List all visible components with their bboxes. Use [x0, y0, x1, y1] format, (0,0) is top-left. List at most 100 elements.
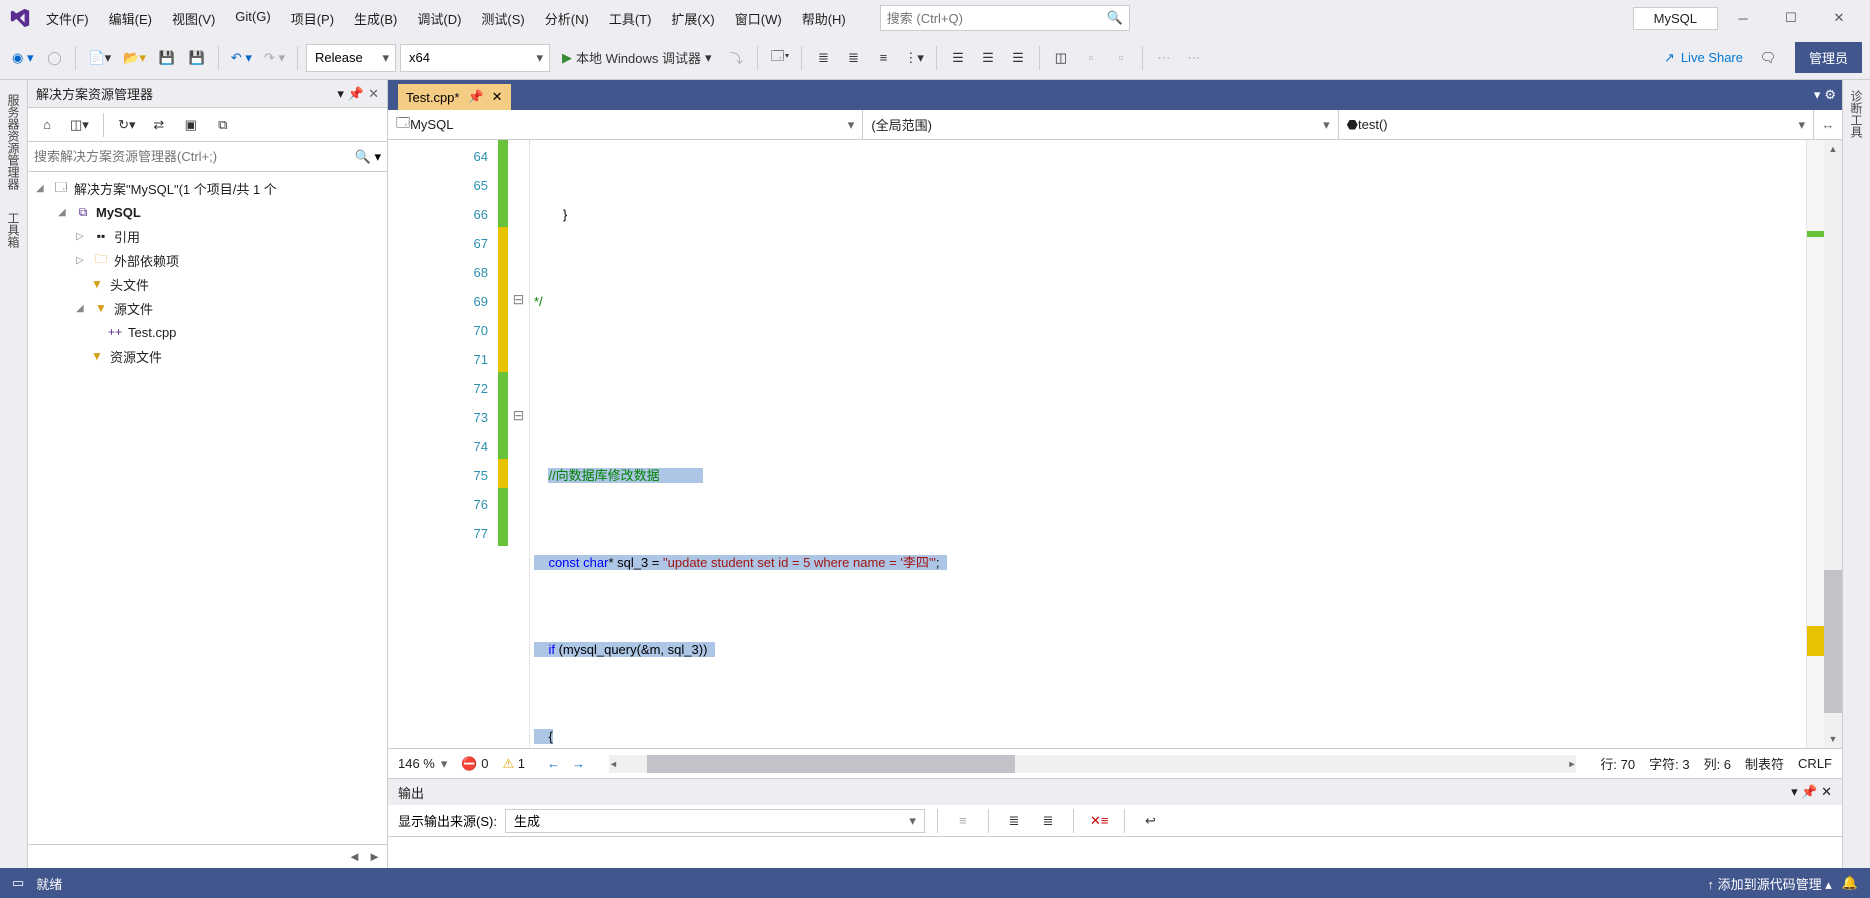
- tb-icon-4[interactable]: ≡: [870, 44, 896, 72]
- split-editor-button[interactable]: ↔: [1814, 110, 1842, 139]
- configuration-dropdown[interactable]: Release: [306, 44, 396, 72]
- horizontal-scrollbar[interactable]: ◄►: [609, 755, 1576, 773]
- undo-button[interactable]: ↶ ▾: [227, 44, 256, 72]
- source-control-button[interactable]: ↑ 添加到源代码管理 ▴: [1708, 874, 1832, 893]
- indent-mode[interactable]: 制表符: [1745, 754, 1784, 773]
- feedback-button[interactable]: 🗨: [1755, 44, 1781, 72]
- next-issue-button[interactable]: →: [572, 756, 585, 771]
- scroll-left-icon[interactable]: ◄: [348, 849, 361, 864]
- line-ending[interactable]: CRLF: [1798, 756, 1832, 771]
- step-button[interactable]: ⤵: [723, 44, 749, 72]
- tab-overflow-icon[interactable]: ▾: [1814, 87, 1821, 103]
- tb-icon-7[interactable]: ☰: [975, 44, 1001, 72]
- server-explorer-tab[interactable]: 服务器资源管理器: [1, 84, 26, 200]
- open-file-button[interactable]: 📂▾: [119, 44, 150, 72]
- live-share-button[interactable]: ↗ Live Share: [1656, 50, 1751, 66]
- menu-help[interactable]: 帮助(H): [792, 5, 856, 32]
- scroll-down-icon[interactable]: ▼: [1824, 730, 1842, 748]
- tb-icon-8[interactable]: ☰: [1005, 44, 1031, 72]
- code-content[interactable]: } */ //向数据库修改数据 const char* sql_3 = "upd…: [530, 140, 1806, 748]
- out-wrap-icon[interactable]: ↩: [1137, 807, 1163, 835]
- tb-icon-10[interactable]: ▫: [1078, 44, 1104, 72]
- scroll-right-icon[interactable]: ►: [368, 849, 381, 864]
- diagnostics-tab[interactable]: 诊断工具: [1844, 80, 1869, 148]
- pin-icon[interactable]: 📌: [348, 86, 364, 102]
- out-clear-icon[interactable]: ✕≡: [1086, 807, 1112, 835]
- out-icon-2[interactable]: ≣: [1001, 807, 1027, 835]
- panel-close-icon[interactable]: ✕: [368, 86, 379, 102]
- tree-sources[interactable]: ◢ ▼ 源文件: [28, 296, 387, 320]
- tab-pin-icon[interactable]: 📌: [467, 89, 483, 105]
- menu-test[interactable]: 测试(S): [471, 5, 534, 32]
- explorer-search-input[interactable]: [34, 149, 355, 164]
- tree-references[interactable]: ▷ ▪▪ 引用: [28, 224, 387, 248]
- tab-settings-icon[interactable]: ⚙: [1824, 87, 1836, 103]
- output-source-dropdown[interactable]: 生成: [505, 809, 925, 833]
- exp-home-icon[interactable]: ⌂: [34, 111, 60, 139]
- menu-project[interactable]: 项目(P): [281, 5, 344, 32]
- tb-icon-13[interactable]: ⋯: [1181, 44, 1207, 72]
- nav-function-dropdown[interactable]: ⬣ test(): [1339, 110, 1814, 139]
- fold-gutter[interactable]: ⊟⊟: [508, 140, 530, 748]
- vertical-scrollbar[interactable]: ▲ ▼: [1824, 140, 1842, 748]
- save-button[interactable]: 💾: [154, 44, 180, 72]
- warning-count[interactable]: ⚠ 1: [502, 756, 525, 772]
- window-maximize-button[interactable]: ☐: [1768, 3, 1814, 33]
- menu-analyze[interactable]: 分析(N): [535, 5, 599, 32]
- menu-file[interactable]: 文件(F): [36, 5, 99, 32]
- tb-icon-9[interactable]: ◫: [1048, 44, 1074, 72]
- tb-icon-1[interactable]: 🗔▾: [766, 44, 793, 72]
- tree-external[interactable]: ▷ 🗀 外部依赖项: [28, 248, 387, 272]
- nav-scope-dropdown[interactable]: (全局范围): [863, 110, 1338, 139]
- overview-ruler[interactable]: [1806, 140, 1824, 748]
- tree-headers[interactable]: ▼ 头文件: [28, 272, 387, 296]
- menu-debug[interactable]: 调试(D): [407, 5, 471, 32]
- global-search-input[interactable]: [887, 11, 1103, 26]
- error-count[interactable]: ⛔ 0: [461, 756, 488, 772]
- menu-build[interactable]: 生成(B): [344, 5, 407, 32]
- window-minimize-button[interactable]: ─: [1720, 3, 1766, 33]
- nav-back-button[interactable]: ◉ ▾: [8, 44, 37, 72]
- search-dropdown-icon[interactable]: 🔍 ▾: [355, 149, 381, 165]
- exp-refresh-icon[interactable]: ↻▾: [114, 111, 140, 139]
- menu-git[interactable]: Git(G): [225, 5, 280, 32]
- toolbox-tab[interactable]: 工具箱: [1, 202, 26, 258]
- global-search[interactable]: 🔍: [880, 5, 1130, 31]
- zoom-dropdown[interactable]: 146 %: [398, 756, 447, 772]
- code-editor[interactable]: 6465666768697071727374757677 ⊟⊟ } */ //向…: [388, 140, 1842, 748]
- platform-dropdown[interactable]: x64: [400, 44, 550, 72]
- exp-collapse-icon[interactable]: ▣: [178, 111, 204, 139]
- out-icon-3[interactable]: ≣: [1035, 807, 1061, 835]
- output-menu-icon[interactable]: ▾: [1791, 784, 1798, 800]
- tb-icon-11[interactable]: ▫: [1108, 44, 1134, 72]
- prev-issue-button[interactable]: ←: [547, 756, 560, 771]
- menu-window[interactable]: 窗口(W): [725, 5, 792, 32]
- exp-sync-icon[interactable]: ⇄: [146, 111, 172, 139]
- file-tab-active[interactable]: Test.cpp* 📌 ✕: [398, 84, 511, 110]
- tb-icon-5[interactable]: ⋮▾: [900, 44, 928, 72]
- tab-close-icon[interactable]: ✕: [492, 89, 503, 105]
- out-icon-1[interactable]: ≡: [950, 807, 976, 835]
- explorer-search[interactable]: 🔍 ▾: [28, 142, 387, 172]
- exp-views-icon[interactable]: ◫▾: [66, 111, 93, 139]
- tb-icon-2[interactable]: ≣: [810, 44, 836, 72]
- notifications-icon[interactable]: 🔔: [1842, 875, 1858, 891]
- tree-file-testcpp[interactable]: ++ Test.cpp: [28, 320, 387, 344]
- nav-project-dropdown[interactable]: 🗔 MySQL: [388, 110, 863, 139]
- start-debugging-button[interactable]: ▶ 本地 Windows 调试器▾: [554, 44, 720, 72]
- menu-view[interactable]: 视图(V): [162, 5, 225, 32]
- scroll-up-icon[interactable]: ▲: [1824, 140, 1842, 158]
- redo-button[interactable]: ↷ ▾: [260, 44, 289, 72]
- tree-project[interactable]: ◢ ⧉ MySQL: [28, 200, 387, 224]
- new-project-button[interactable]: 📄▾: [84, 44, 115, 72]
- exp-properties-icon[interactable]: ⧉: [210, 111, 236, 139]
- output-close-icon[interactable]: ✕: [1821, 784, 1832, 800]
- tree-resources[interactable]: ▼ 资源文件: [28, 344, 387, 368]
- menu-edit[interactable]: 编辑(E): [99, 5, 162, 32]
- save-all-button[interactable]: 💾: [184, 44, 210, 72]
- output-pin-icon[interactable]: 📌: [1801, 784, 1817, 800]
- tb-icon-3[interactable]: ≣: [840, 44, 866, 72]
- window-close-button[interactable]: ✕: [1816, 3, 1862, 33]
- menu-tools[interactable]: 工具(T): [599, 5, 662, 32]
- nav-forward-button[interactable]: ◯: [41, 44, 67, 72]
